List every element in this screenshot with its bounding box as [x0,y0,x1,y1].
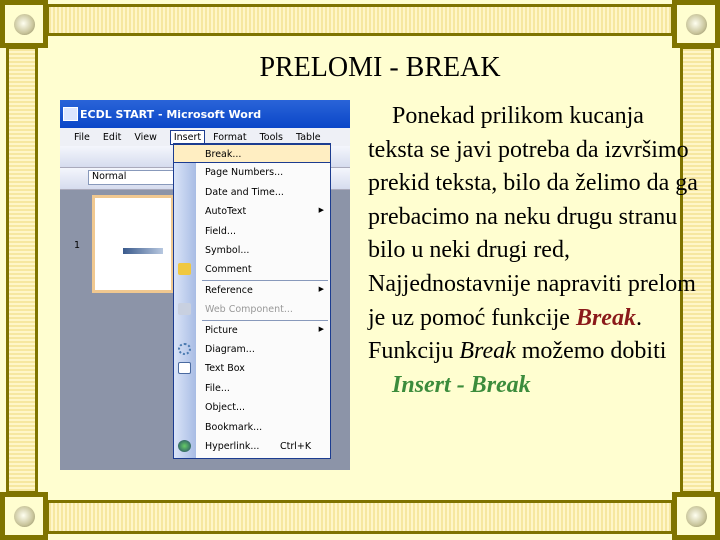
submenu-arrow-icon: ▶ [318,324,324,333]
menu-file[interactable]: File [74,132,90,143]
body-text: Ponekad prilikom kucanja teksta se javi … [368,103,698,331]
menu-item-label: Picture [205,324,238,336]
web-component-icon [178,303,191,315]
page-number: 1 [74,240,81,251]
menu-item-bookmark[interactable]: Bookmark... [174,418,330,437]
corner-ornament [672,492,720,540]
knob-icon [686,506,707,527]
knob-icon [14,14,35,35]
menu-item-label: Comment [205,264,252,276]
submenu-arrow-icon: ▶ [318,284,324,293]
diagram-icon [178,343,191,355]
menu-item-label: Bookmark... [205,421,263,433]
menu-edit[interactable]: Edit [103,132,121,143]
insert-break-path: Insert - Break [392,371,531,398]
menu-item-label: Page Numbers... [205,167,284,179]
menu-item-label: Web Component... [205,304,293,315]
corner-ornament [0,0,48,48]
menu-item-label: Reference [205,284,253,296]
menu-item-label: Date and Time... [205,186,284,198]
break-emphasis: Break [575,304,636,331]
menu-item-label: Break... [205,149,242,160]
menu-item-field[interactable]: Field... [174,222,330,241]
menu-item-label: Text Box [205,363,245,375]
bottom-border [46,500,674,534]
menu-item-object[interactable]: Object... [174,398,330,417]
menu-item-picture[interactable]: Picture ▶ [174,321,330,340]
style-dropdown[interactable]: Normal [88,170,178,185]
menu-item-diagram[interactable]: Diagram... [174,340,330,359]
top-border [46,4,674,36]
thumbnail-image [123,248,163,254]
menu-format[interactable]: Format [213,132,246,143]
menu-item-hyperlink[interactable]: Hyperlink... Ctrl+K [174,437,330,456]
menu-item-label: Object... [205,402,245,414]
slide-title: PRELOMI - BREAK [259,52,501,83]
menu-item-file[interactable]: File... [174,379,330,398]
menu-item-comment[interactable]: Comment [174,260,330,279]
menu-item-symbol[interactable]: Symbol... [174,241,330,260]
left-border [6,46,38,494]
word-screenshot: ECDL START - Microsoft Word File Edit Vi… [60,100,350,470]
menu-item-web-component: Web Component... [174,300,330,319]
menu-item-label: Hyperlink... [205,441,260,452]
corner-ornament [0,492,48,540]
comment-icon [178,263,191,276]
break-italic: Break [459,338,516,365]
menu-item-label: Field... [205,225,236,237]
menu-item-shortcut: Ctrl+K [280,441,312,452]
window-title: ECDL START - Microsoft Word [60,100,350,128]
page-thumbnail[interactable] [92,195,174,293]
text-box-icon [178,362,191,375]
menu-item-reference[interactable]: Reference ▶ [174,281,330,300]
knob-icon [686,14,707,35]
menu-table[interactable]: Table [296,132,321,143]
menu-item-date-time[interactable]: Date and Time... [174,183,330,202]
body-text: možemo dobiti [515,338,667,365]
menu-item-break[interactable]: Break... [173,144,331,164]
hyperlink-icon [178,440,191,452]
knob-icon [14,506,35,527]
menu-item-text-box[interactable]: Text Box [174,359,330,378]
menu-view[interactable]: View [134,132,157,143]
insert-menu: Break... Page Numbers... Date and Time..… [173,143,331,459]
menu-item-label: File... [205,382,230,394]
menu-item-page-numbers[interactable]: Page Numbers... [174,163,330,182]
menu-item-label: Symbol... [205,245,250,256]
menu-item-label: AutoText [205,206,247,218]
menu-tools[interactable]: Tools [260,132,283,143]
menu-item-label: Diagram... [205,344,255,355]
submenu-arrow-icon: ▶ [318,206,324,215]
menu-item-autotext[interactable]: AutoText ▶ [174,202,330,221]
slide-body: Ponekad prilikom kucanja teksta se javi … [368,100,698,402]
corner-ornament [672,0,720,48]
